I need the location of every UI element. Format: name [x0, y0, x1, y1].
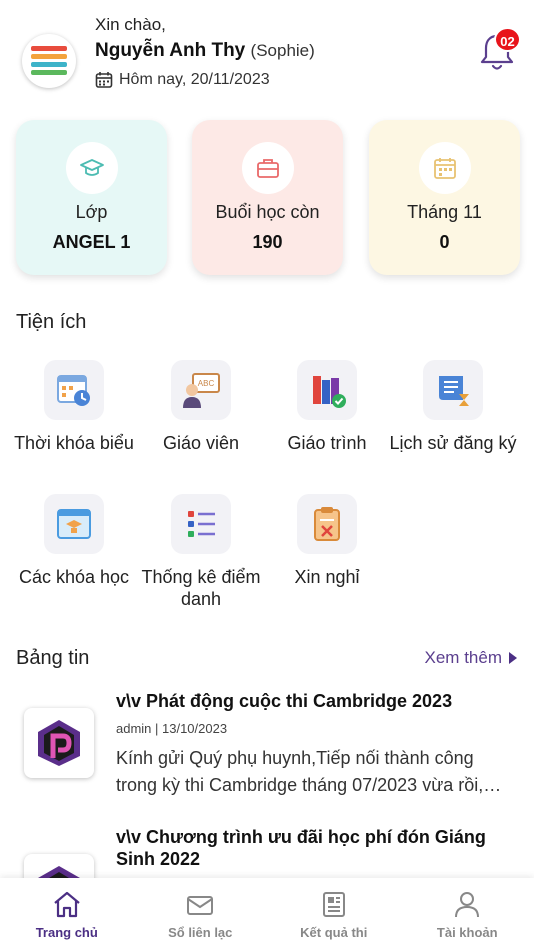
- stat-value: ANGEL 1: [52, 232, 131, 252]
- utility-label: Lịch sử đăng ký: [389, 433, 517, 453]
- stat-label: Buổi học còn: [215, 202, 320, 222]
- caret-right-icon: [509, 652, 517, 664]
- stat-card-remaining-sessions[interactable]: Buổi học còn 190: [192, 120, 343, 275]
- stat-value: 190: [252, 232, 283, 252]
- avatar[interactable]: [22, 34, 76, 88]
- utility-label: Giáo viên: [162, 433, 240, 453]
- utility-label: Xin nghỉ: [294, 567, 360, 587]
- textbook-icon: [297, 360, 357, 420]
- news-meta: admin | 13/10/2023: [116, 721, 228, 736]
- calendar-icon: [418, 142, 471, 194]
- nav-contact-book[interactable]: Sổ liên lạc: [134, 878, 268, 950]
- utility-label: Giáo trình: [287, 433, 367, 453]
- news-item[interactable]: v\v Phát động cuộc thi Cambridge 2023 ad…: [0, 686, 534, 806]
- nav-label: Trang chủ: [35, 925, 98, 940]
- see-more-link[interactable]: Xem thêm: [425, 648, 518, 668]
- stat-card-class[interactable]: Lớp ANGEL 1: [16, 120, 167, 275]
- greeting: Xin chào,: [95, 15, 166, 34]
- today-date: Hôm nay, 20/11/2023: [95, 71, 270, 89]
- bottom-navigation: Trang chủ Sổ liên lạc Kết quả thi Tài kh…: [0, 878, 534, 950]
- news-headline: v\v Phát động cuộc thi Cambridge 2023: [116, 691, 453, 711]
- utility-label: Thời khóa biểu: [14, 433, 134, 453]
- briefcase-icon: [241, 142, 294, 194]
- leave-request-icon: [297, 494, 357, 554]
- svg-text:ABC: ABC: [198, 379, 215, 388]
- nav-home[interactable]: Trang chủ: [0, 878, 134, 950]
- brand-logo-icon: [38, 720, 80, 766]
- user-icon: [455, 892, 480, 918]
- utility-registration-history[interactable]: Lịch sử đăng ký: [388, 360, 518, 454]
- utility-label: Các khóa học: [18, 567, 130, 587]
- news-thumbnail: [24, 708, 94, 778]
- stat-label: Tháng 11: [407, 202, 482, 222]
- teacher-icon: ABC: [171, 360, 231, 420]
- news-title: Bảng tin: [16, 647, 90, 669]
- user-fullname: Nguyễn Anh Thy: [95, 40, 246, 61]
- utility-attendance[interactable]: Thống kê điểm danh: [136, 494, 266, 610]
- date-text: Hôm nay, 20/11/2023: [119, 71, 270, 88]
- stat-label: Lớp: [75, 202, 108, 222]
- utility-textbook[interactable]: Giáo trình: [262, 360, 392, 454]
- news-thumbnail: [24, 854, 94, 878]
- nav-label: Sổ liên lạc: [168, 925, 233, 940]
- news-excerpt: Kính gửi Quý phụ huynh,Tiếp nối thành cô…: [116, 748, 502, 795]
- nav-label: Tài khoản: [436, 925, 498, 940]
- notification-badge: 02: [494, 27, 521, 52]
- graduation-cap-icon: [65, 142, 118, 194]
- courses-icon: [44, 494, 104, 554]
- brand-logo-icon: [38, 866, 80, 878]
- user-nickname: (Sophie): [250, 41, 315, 60]
- utility-leave-request[interactable]: Xin nghỉ: [262, 494, 392, 588]
- registration-history-icon: [423, 360, 483, 420]
- envelope-icon: [187, 896, 214, 915]
- calendar-small-icon: [95, 72, 113, 88]
- stat-card-month[interactable]: Tháng 11 0: [369, 120, 520, 275]
- utility-label: Thống kê điểm danh: [141, 567, 261, 609]
- nav-exam-results[interactable]: Kết quả thi: [267, 878, 401, 950]
- utility-timetable[interactable]: Thời khóa biểu: [9, 360, 139, 454]
- stat-value: 0: [439, 232, 450, 252]
- user-name: Nguyễn Anh Thy (Sophie): [95, 40, 315, 62]
- news-item[interactable]: v\v Chương trình ưu đãi học phí đón Gián…: [0, 824, 534, 878]
- nav-label: Kết quả thi: [300, 925, 368, 940]
- utility-teacher[interactable]: ABC Giáo viên: [136, 360, 266, 454]
- news-headline: v\v Chương trình ưu đãi học phí đón Gián…: [116, 827, 486, 869]
- timetable-icon: [44, 360, 104, 420]
- home-icon: [54, 891, 80, 918]
- utility-courses[interactable]: Các khóa học: [9, 494, 139, 588]
- nav-account[interactable]: Tài khoản: [401, 878, 534, 950]
- header: Xin chào, Nguyễn Anh Thy (Sophie) Hôm na…: [0, 0, 534, 110]
- see-more-label: Xem thêm: [424, 648, 502, 667]
- utilities-title: Tiện ích: [16, 311, 87, 333]
- attendance-icon: [171, 494, 231, 554]
- newspaper-icon: [322, 892, 345, 917]
